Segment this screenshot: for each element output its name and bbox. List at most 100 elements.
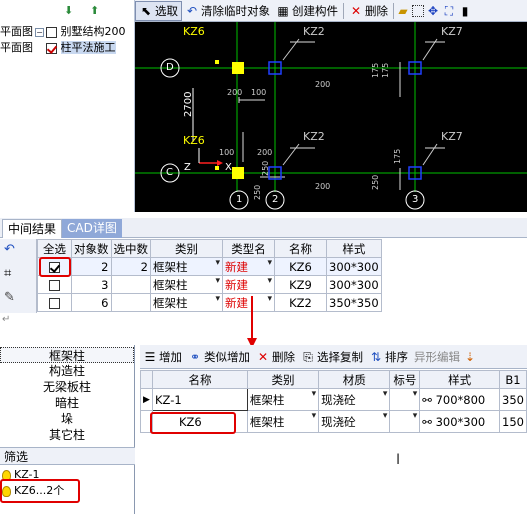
similar-icon: ⚭ (189, 349, 201, 364)
tab-intermediate-result[interactable]: 中间结果 (2, 219, 63, 238)
tree-row-0[interactable]: 平面图 − 别墅结构200 (0, 24, 126, 40)
type-item-pier[interactable]: 垛 (0, 411, 134, 427)
table-row[interactable]: 2 2 框架柱 新建 KZ6 300*300 (37, 257, 382, 276)
cell-grade[interactable] (389, 410, 421, 433)
col-style: 样式 (419, 370, 500, 389)
type-item-hidden-column[interactable]: 暗柱 (0, 395, 134, 411)
dropper-icon[interactable]: ✎ (4, 290, 15, 305)
axis-label-1: 1 (236, 194, 243, 205)
highlight-box (39, 257, 71, 277)
more-icon[interactable]: ⇣ (463, 350, 477, 364)
main-toolbar: ⬉ 选取 ↶ 清除临时对象 ▦ 创建构件 ✕ 删除 ▰ ✥ ⛶ ▮ (135, 0, 527, 22)
cell-style[interactable]: ⚯ 300*300 (419, 410, 500, 433)
more-icon[interactable]: ▮ (458, 4, 472, 18)
cell-style[interactable]: 300*300 (326, 257, 382, 276)
tree-checkbox[interactable] (46, 26, 57, 38)
cell-category[interactable]: 框架柱 (150, 293, 223, 312)
axis-label-d: D (166, 62, 174, 73)
cell-name[interactable]: KZ6 (274, 257, 327, 276)
cell-count: 2 (71, 257, 112, 276)
col-name: 名称 (151, 370, 248, 389)
cell-selected: 2 (110, 257, 151, 276)
grid-edit-icon[interactable]: ⌗ (4, 266, 11, 281)
tree-nav-arrows: ⬇ ⬆ (64, 4, 104, 17)
component-table-empty-area[interactable]: I (140, 434, 527, 514)
cell-category[interactable]: 框架柱 (246, 388, 320, 411)
cell-category[interactable]: 框架柱 (246, 410, 320, 433)
col-style: 样式 (326, 239, 382, 258)
axis-label-3: 3 (412, 194, 419, 205)
separator (343, 2, 344, 19)
tab-cad-detail[interactable]: CAD详图 (62, 219, 122, 238)
component-type-panel: 框架柱 构造柱 无梁板柱 暗柱 垛 其它柱 筛选 KZ-1 KZ6...2个 (0, 345, 135, 514)
binoculars-icon[interactable]: ⚯ (422, 393, 432, 407)
column-kz6-c1[interactable] (232, 167, 244, 179)
result-side-toolbar: ↶ ⌗ ✎ (0, 239, 37, 313)
select-button[interactable]: ⬉ 选取 (135, 0, 182, 21)
type-item-frame-column[interactable]: 框架柱 (0, 347, 134, 363)
dim-label: 200 (315, 182, 331, 191)
select-copy-button[interactable]: ⎘ 选择复制 (298, 347, 366, 367)
undo-icon[interactable]: ↶ (4, 242, 15, 257)
cad-canvas[interactable]: KZ6 KZ2 KZ7 KZ6 KZ2 KZ7 D C 1 2 3 2700 2… (135, 22, 527, 212)
delete-button[interactable]: ✕ 删除 (346, 1, 391, 21)
cell-style[interactable]: ⚯ 700*800 (419, 388, 500, 411)
row-checkbox[interactable] (49, 279, 60, 291)
sort-button[interactable]: ⇅ 排序 (366, 347, 411, 367)
collapse-icon[interactable]: − (35, 27, 44, 37)
binoculars-icon[interactable]: ⚯ (422, 415, 432, 429)
col-select-all[interactable]: 全选 (37, 239, 72, 258)
arrow-up-icon[interactable]: ⬆ (90, 4, 99, 17)
type-item-other-column[interactable]: 其它柱 (0, 427, 134, 443)
cell-style[interactable]: 300*300 (326, 275, 382, 294)
current-row-icon: ▶ (140, 388, 153, 411)
table-row[interactable]: ▶ KZ-1 框架柱 现浇砼 ⚯ 700*800 350 (140, 388, 527, 411)
text-cursor-icon: I (396, 452, 401, 468)
tree-label: 别墅结构200 (60, 25, 126, 38)
cell-style[interactable]: 350*350 (326, 293, 382, 312)
table-row[interactable]: 3 框架柱 新建 KZ9 300*300 (37, 275, 382, 294)
cell-material[interactable]: 现浇砼 (318, 410, 391, 433)
tree-checkbox[interactable] (46, 42, 57, 54)
tree-row-1[interactable]: 平面图 柱平法施工 (0, 40, 116, 56)
cell-count: 6 (71, 293, 112, 312)
cell-category[interactable]: 框架柱 (150, 257, 223, 276)
clear-temp-button[interactable]: ↶ 清除临时对象 (182, 1, 273, 21)
cell-name[interactable]: KZ9 (274, 275, 327, 294)
dim-label: 250 (371, 174, 380, 190)
marquee-icon[interactable] (412, 4, 424, 17)
cell-b1[interactable]: 150 (499, 410, 527, 433)
column-kz6-d1[interactable] (232, 62, 244, 74)
row-indicator-header (140, 370, 153, 389)
shape-edit-button[interactable]: 异形编辑 (411, 347, 463, 367)
tree-label: 柱平法施工 (60, 41, 116, 54)
cell-type[interactable]: 新建 (222, 257, 275, 276)
col-name: 名称 (274, 239, 327, 258)
cad-label-kz7: KZ7 (441, 130, 463, 143)
cell-name[interactable]: KZ2 (274, 293, 327, 312)
cell-grade[interactable] (389, 388, 421, 411)
cell-category[interactable]: 框架柱 (150, 275, 223, 294)
row-checkbox[interactable] (49, 297, 60, 309)
dim-label: 250 (261, 160, 270, 176)
zoom-icon[interactable]: ⛶ (442, 4, 456, 18)
folder-icon[interactable]: ▰ (396, 4, 410, 18)
type-item-construct-column[interactable]: 构造柱 (0, 363, 134, 379)
create-component-button[interactable]: ▦ 创建构件 (273, 1, 341, 21)
cell-b1[interactable]: 350 (499, 388, 527, 411)
cell-selected (110, 275, 151, 294)
col-material: 材质 (318, 370, 391, 389)
pan-icon[interactable]: ✥ (426, 4, 440, 18)
type-item-slab-column[interactable]: 无梁板柱 (0, 379, 134, 395)
cell-material[interactable]: 现浇砼 (318, 388, 391, 411)
table-row[interactable]: 6 框架柱 新建 KZ2 350*350 (37, 293, 382, 312)
arrow-down-icon[interactable]: ⬇ (64, 4, 73, 17)
similar-add-button[interactable]: ⚭ 类似增加 (185, 347, 253, 367)
add-button[interactable]: ☰ 增加 (140, 347, 185, 367)
dim-label: 200 (257, 148, 273, 157)
dim-label: 100 (219, 148, 235, 157)
delete-component-button[interactable]: ✕ 删除 (253, 347, 298, 367)
undo-icon: ↶ (186, 3, 198, 18)
cell-name[interactable]: KZ-1 (151, 388, 248, 411)
cell-type[interactable]: 新建 (222, 275, 275, 294)
